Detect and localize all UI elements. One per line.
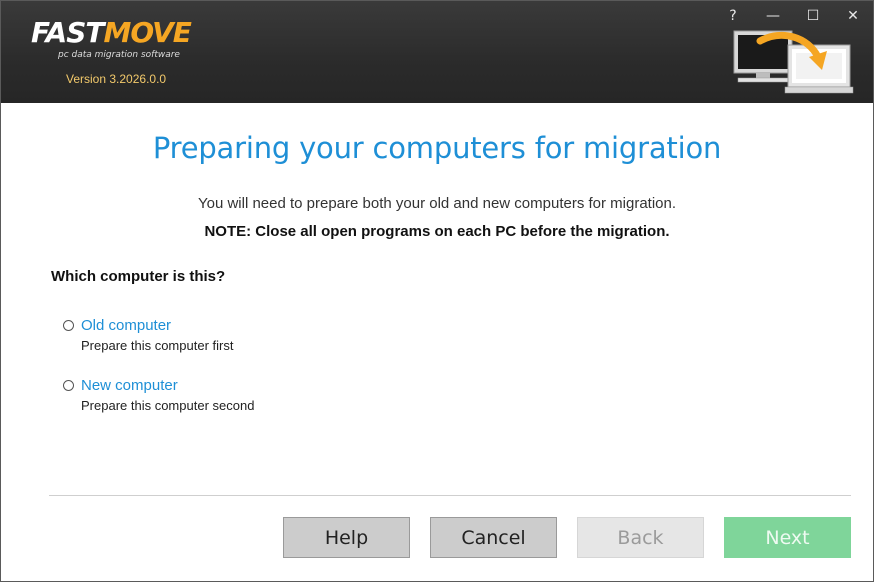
question-heading: Which computer is this? <box>51 268 226 285</box>
note-text: NOTE: Close all open programs on each PC… <box>204 223 670 240</box>
tagline: pc data migration software <box>58 50 180 60</box>
help-button[interactable]: Help <box>283 517 410 558</box>
header-banner: FASTMOVE pc data migration software Vers… <box>1 1 873 103</box>
computers-transfer-icon <box>733 30 854 94</box>
old-computer-text: Old computer Prepare this computer first <box>81 317 233 355</box>
new-computer-text: New computer Prepare this computer secon… <box>81 377 254 415</box>
logo-move-text: MOVE <box>103 16 191 49</box>
old-computer-radio[interactable] <box>63 320 74 331</box>
version-label: Version 3.2026.0.0 <box>66 72 167 86</box>
new-computer-description: Prepare this computer second <box>81 398 255 413</box>
footer-divider <box>49 495 851 496</box>
old-computer-description: Prepare this computer first <box>81 338 234 353</box>
logo-fast-text: FAST <box>31 16 104 49</box>
page-subtitle: You will need to prepare both your old a… <box>197 195 677 212</box>
page-title: Preparing your computers for migration <box>152 131 722 165</box>
next-button[interactable]: Next <box>724 517 851 558</box>
old-computer-label[interactable]: Old computer <box>81 317 233 335</box>
new-computer-label[interactable]: New computer <box>81 377 254 395</box>
app-window: FASTMOVE pc data migration software Vers… <box>0 0 874 582</box>
back-button[interactable]: Back <box>577 517 704 558</box>
fastmove-logo: FASTMOVE <box>31 16 192 49</box>
cancel-button[interactable]: Cancel <box>430 517 557 558</box>
option-old-computer[interactable]: Old computer Prepare this computer first <box>63 317 233 355</box>
new-computer-radio[interactable] <box>63 380 74 391</box>
option-new-computer[interactable]: New computer Prepare this computer secon… <box>63 377 254 415</box>
